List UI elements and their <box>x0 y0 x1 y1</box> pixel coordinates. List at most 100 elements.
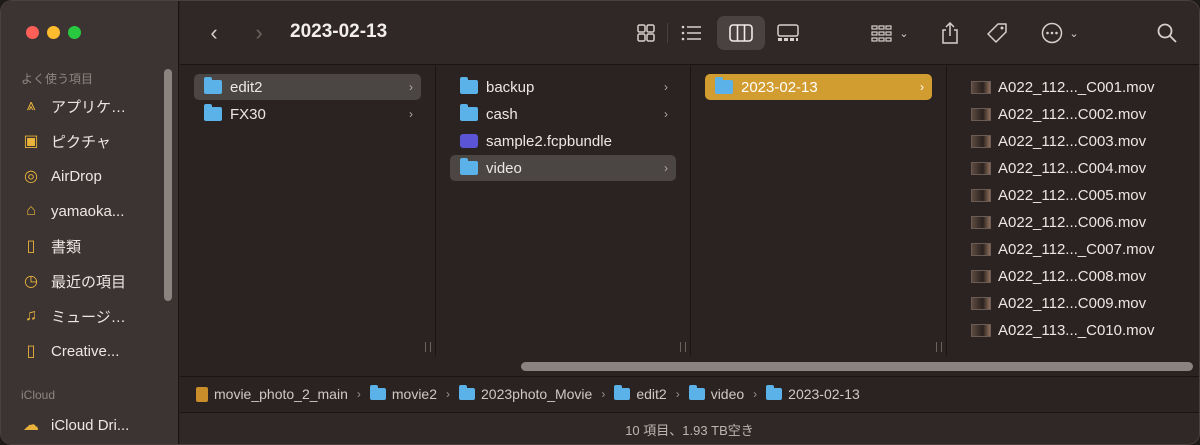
finder-window: よく使う項目 ⩓ アプリケ… ▣ ピクチャ ◎ AirDrop ⌂ yamaok… <box>0 0 1200 445</box>
list-item[interactable]: A022_112...C006.mov <box>961 209 1187 235</box>
list-item[interactable]: A022_112...C009.mov <box>961 290 1187 316</box>
folder-icon <box>460 77 478 94</box>
forward-button[interactable]: › <box>245 16 273 50</box>
list-item[interactable]: A022_112..._C001.mov <box>961 74 1187 100</box>
path-item[interactable]: edit2 <box>614 385 667 402</box>
group-by-button[interactable]: ⌄ <box>865 16 915 50</box>
video-thumbnail <box>971 269 991 283</box>
window-controls <box>26 26 81 39</box>
list-item[interactable]: A022_112...C008.mov <box>961 263 1187 289</box>
list-item[interactable]: A022_112...C002.mov <box>961 101 1187 127</box>
item-label: video <box>486 159 522 177</box>
folder-icon <box>614 385 631 400</box>
item-label: A022_112...C005.mov <box>998 186 1147 204</box>
item-label: cash <box>486 105 518 123</box>
list-item[interactable]: 2023-02-13 › <box>705 74 932 100</box>
more-actions-button[interactable]: ⌄ <box>1035 16 1085 50</box>
share-button[interactable] <box>935 16 965 50</box>
column-resize-handle[interactable] <box>680 342 686 352</box>
list-view-button[interactable] <box>675 16 707 50</box>
sidebar-item-home[interactable]: ⌂ yamaoka... <box>21 198 161 224</box>
applications-icon: ⩓ <box>26 97 36 114</box>
sidebar-item-label: Creative... <box>51 342 120 360</box>
column-resize-handle[interactable] <box>936 342 942 352</box>
list-item[interactable]: A022_113..._C010.mov <box>961 317 1187 343</box>
chevron-right-icon: › <box>255 20 263 45</box>
status-text: 10 項目、1.93 TB空き <box>625 423 754 438</box>
sidebar-item-pictures[interactable]: ▣ ピクチャ <box>21 128 161 154</box>
item-label: A022_113..._C010.mov <box>998 321 1155 339</box>
close-button[interactable] <box>26 26 39 39</box>
list-item[interactable]: cash › <box>450 101 676 127</box>
path-label: movie_photo_2_main <box>214 386 348 402</box>
home-icon: ⌂ <box>26 202 36 219</box>
list-item[interactable]: FX30 › <box>194 101 421 127</box>
path-separator-icon: › <box>446 387 451 401</box>
sidebar-item-label: ミュージ… <box>51 308 126 326</box>
path-label: 2023-02-13 <box>788 386 860 402</box>
sidebar-item-music[interactable]: ♫ ミュージ… <box>21 303 161 329</box>
sidebar-item-recents[interactable]: ◷ 最近の項目 <box>21 268 161 294</box>
item-label: A022_112...C002.mov <box>998 105 1147 123</box>
sidebar-item-icloud-drive[interactable]: ☁ iCloud Dri... <box>21 412 161 438</box>
tag-button[interactable] <box>982 16 1012 50</box>
item-label: A022_112...C004.mov <box>998 159 1147 177</box>
video-thumbnail <box>971 80 991 94</box>
item-label: A022_112..._C007.mov <box>998 240 1155 258</box>
path-item[interactable]: movie_photo_2_main <box>196 386 348 402</box>
chevron-left-icon: ‹ <box>210 20 218 45</box>
horizontal-scrollbar[interactable] <box>521 362 1193 371</box>
sidebar-item-documents[interactable]: ▯ 書類 <box>21 233 161 259</box>
list-item[interactable]: A022_112..._C007.mov <box>961 236 1187 262</box>
sidebar-item-applications[interactable]: ⩓ アプリケ… <box>21 93 161 119</box>
columns-icon <box>729 24 753 42</box>
path-item[interactable]: movie2 <box>369 385 437 402</box>
drive-icon <box>196 386 208 402</box>
item-label: backup <box>486 78 535 96</box>
cloud-icon: ☁ <box>23 417 39 434</box>
list-item[interactable]: A022_112...C005.mov <box>961 182 1187 208</box>
item-label: edit2 <box>230 78 263 96</box>
sidebar-section-favorites: よく使う項目 <box>21 72 94 86</box>
video-thumbnail <box>971 107 991 121</box>
item-label: FX30 <box>230 105 266 123</box>
chevron-down-icon: ⌄ <box>1069 27 1079 40</box>
path-label: 2023photo_Movie <box>481 386 593 402</box>
pictures-icon: ▣ <box>23 133 39 150</box>
list-item[interactable]: A022_112...C003.mov <box>961 128 1187 154</box>
toolbar-divider <box>667 23 668 43</box>
list-item[interactable]: backup › <box>450 74 676 100</box>
item-label: sample2.fcpbundle <box>486 132 612 150</box>
minimize-button[interactable] <box>47 26 60 39</box>
path-item[interactable]: video <box>688 385 744 402</box>
folder-icon <box>766 385 783 400</box>
video-thumbnail <box>971 296 991 310</box>
sidebar-scrollbar[interactable] <box>164 69 172 301</box>
column-browser: edit2 › FX30 › backup › cash › sample2.f… <box>180 66 1199 356</box>
back-button[interactable]: ‹ <box>200 16 228 50</box>
sidebar-item-creative[interactable]: ▯ Creative... <box>21 338 161 364</box>
list-item[interactable]: A022_112...C004.mov <box>961 155 1187 181</box>
column-view-button[interactable] <box>717 16 765 50</box>
zoom-button[interactable] <box>68 26 81 39</box>
ellipsis-circle-icon <box>1042 22 1063 44</box>
gallery-view-button[interactable] <box>772 16 804 50</box>
search-button[interactable] <box>1152 16 1182 50</box>
path-separator-icon: › <box>675 387 680 401</box>
column-resize-handle[interactable] <box>425 342 431 352</box>
group-grid-icon <box>871 25 892 42</box>
list-item[interactable]: video › <box>450 155 676 181</box>
item-label: A022_112...C009.mov <box>998 294 1147 312</box>
sidebar-item-airdrop[interactable]: ◎ AirDrop <box>21 163 161 189</box>
list-icon <box>681 25 701 41</box>
share-icon <box>942 22 958 44</box>
path-separator-icon: › <box>601 387 606 401</box>
icon-view-button[interactable] <box>630 16 662 50</box>
path-item[interactable]: 2023photo_Movie <box>459 385 593 402</box>
path-separator-icon: › <box>356 387 361 401</box>
sidebar-item-label: 書類 <box>51 238 82 256</box>
list-item[interactable]: sample2.fcpbundle <box>450 128 676 154</box>
path-item[interactable]: 2023-02-13 <box>766 385 860 402</box>
list-item[interactable]: edit2 › <box>194 74 421 100</box>
item-label: A022_112...C008.mov <box>998 267 1147 285</box>
